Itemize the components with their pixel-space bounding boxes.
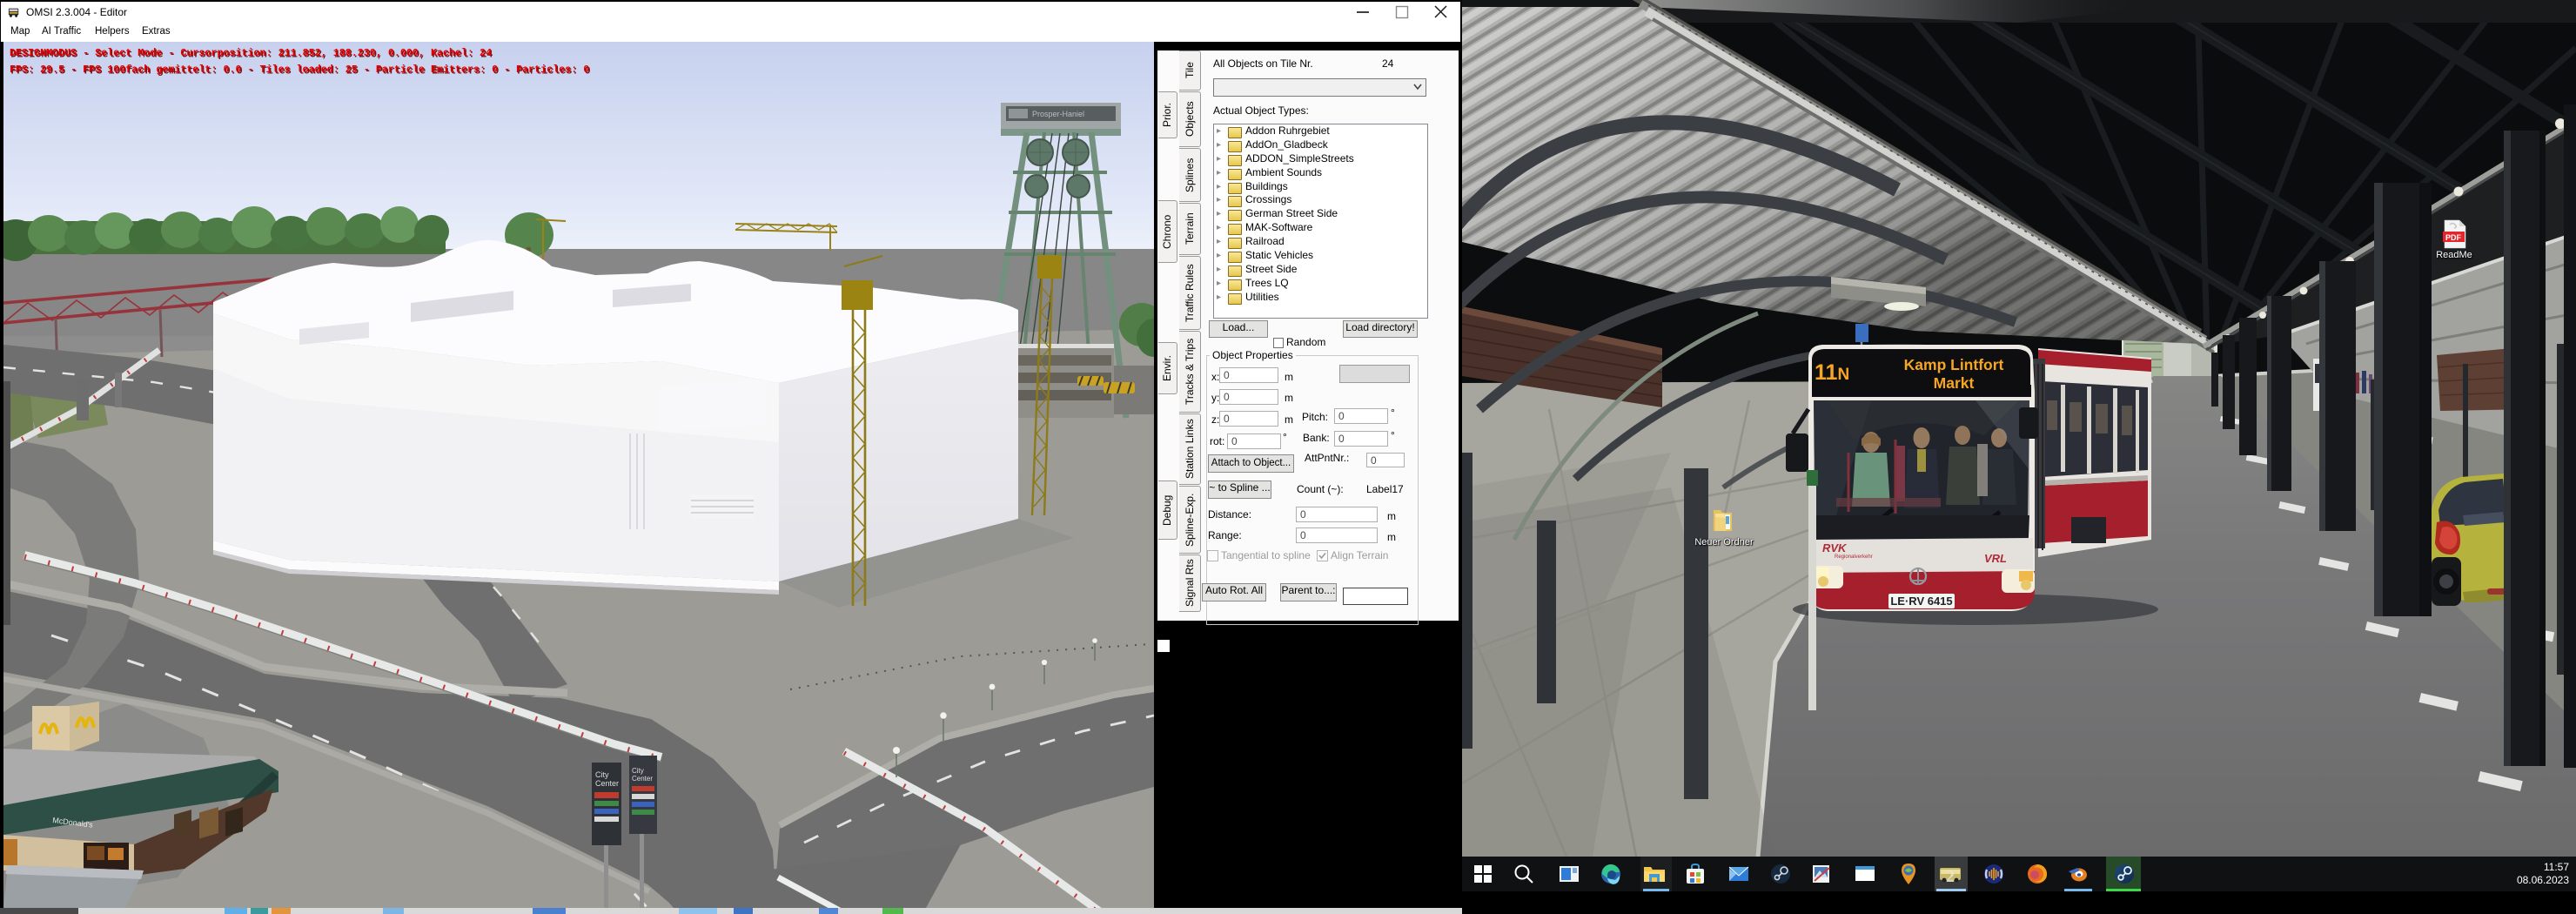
svg-text:Center: Center bbox=[595, 779, 619, 788]
svg-text:Kamp Lintfort: Kamp Lintfort bbox=[1904, 356, 2004, 373]
svg-text:PDF: PDF bbox=[2445, 233, 2462, 242]
svg-text:LE·RV 6415: LE·RV 6415 bbox=[1890, 595, 1952, 608]
svg-text:City: City bbox=[632, 767, 644, 775]
svg-text:2: 2 bbox=[1946, 867, 1955, 885]
svg-text:RVK: RVK bbox=[1822, 541, 1848, 554]
svg-text:VRL: VRL bbox=[1984, 552, 2007, 565]
svg-text:City: City bbox=[595, 770, 609, 779]
svg-text:Center: Center bbox=[632, 775, 653, 783]
svg-text:Markt: Markt bbox=[1934, 374, 1975, 392]
svg-text:Prosper-Haniel: Prosper-Haniel bbox=[1032, 110, 1084, 118]
svg-text:Regionalverkehr: Regionalverkehr bbox=[1835, 554, 1873, 560]
